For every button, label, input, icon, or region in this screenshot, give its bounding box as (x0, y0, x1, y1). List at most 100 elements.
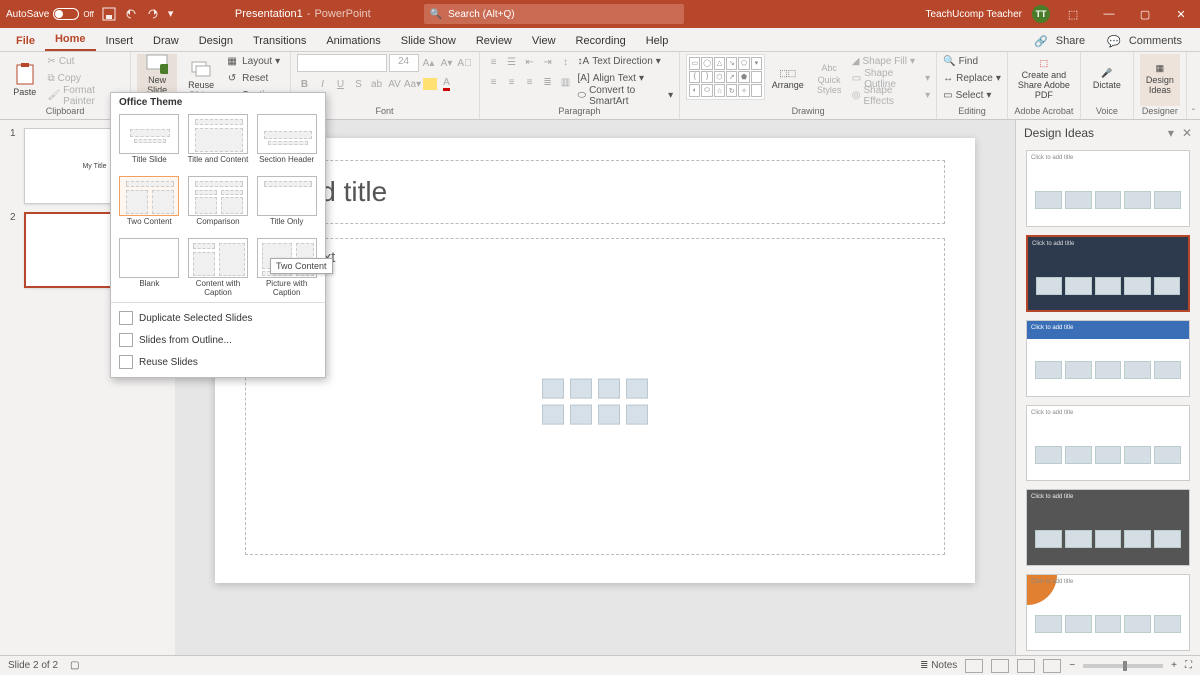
font-size-combo[interactable]: 24 (389, 54, 419, 72)
normal-view-icon[interactable] (965, 659, 983, 673)
shadow-button[interactable]: ab (369, 76, 385, 92)
layout-title-only[interactable]: Title Only (254, 176, 319, 234)
autosave-toggle[interactable]: AutoSave Off (6, 8, 94, 20)
design-idea-1[interactable]: Click to add title (1026, 150, 1190, 227)
cut-button[interactable]: ✂Cut (47, 54, 124, 69)
shrink-font-icon[interactable]: A▾ (439, 55, 455, 71)
highlight-button[interactable] (423, 78, 437, 90)
italic-button[interactable]: I (315, 76, 331, 92)
line-spacing-icon[interactable]: ↕ (558, 54, 574, 70)
redo-icon[interactable] (146, 7, 160, 21)
qat-dropdown-icon[interactable]: ▾ (168, 7, 182, 21)
collapse-ribbon-icon[interactable]: ˆ (1187, 52, 1200, 119)
align-right-icon[interactable]: ≡ (522, 74, 538, 90)
layout-title-slide[interactable]: Title Slide (117, 114, 182, 172)
tab-help[interactable]: Help (636, 31, 679, 51)
paste-button[interactable]: Paste (6, 54, 43, 106)
comments-button[interactable]: 💬 Comments (1101, 31, 1194, 51)
tab-file[interactable]: File (6, 31, 45, 51)
design-idea-3[interactable]: Click to add title (1026, 320, 1190, 397)
slides-from-outline-item[interactable]: Slides from Outline... (111, 329, 325, 351)
duplicate-slides-item[interactable]: Duplicate Selected Slides (111, 307, 325, 329)
align-center-icon[interactable]: ≡ (504, 74, 520, 90)
font-color-button[interactable]: A (439, 76, 455, 92)
replace-button[interactable]: ↔Replace ▾ (943, 71, 1001, 86)
layout-blank[interactable]: Blank (117, 238, 182, 296)
layout-button[interactable]: ▦Layout ▾ (225, 54, 283, 69)
shapes-gallery[interactable]: ▭◯△↘⬠▾ {}⬡↗⬟ ◐⬭☆↻✧ (686, 54, 765, 100)
tab-recording[interactable]: Recording (566, 31, 636, 51)
indent-dec-icon[interactable]: ⇤ (522, 54, 538, 70)
numbering-icon[interactable]: ☰ (504, 54, 520, 70)
tab-slideshow[interactable]: Slide Show (391, 31, 466, 51)
close-icon[interactable]: ✕ (1168, 4, 1194, 24)
tab-home[interactable]: Home (45, 29, 96, 51)
zoom-out-icon[interactable]: − (1069, 660, 1075, 671)
zoom-slider[interactable] (1083, 664, 1163, 668)
layout-title-and-content[interactable]: Title and Content (186, 114, 251, 172)
grow-font-icon[interactable]: A▴ (421, 55, 437, 71)
font-name-combo[interactable] (297, 54, 387, 72)
layout-section-header[interactable]: Section Header (254, 114, 319, 172)
underline-button[interactable]: U (333, 76, 349, 92)
find-button[interactable]: 🔍Find (943, 54, 1001, 69)
slide-counter[interactable]: Slide 2 of 2 (8, 660, 58, 671)
bold-button[interactable]: B (297, 76, 313, 92)
undo-icon[interactable] (124, 7, 138, 21)
layout-two-content[interactable]: Two Content (117, 176, 182, 234)
case-button[interactable]: Aa▾ (405, 76, 421, 92)
convert-smartart-button[interactable]: ⬭Convert to SmartArt ▾ (578, 88, 674, 103)
justify-icon[interactable]: ≣ (540, 74, 556, 90)
shape-effects-button[interactable]: ◎Shape Effects ▾ (852, 88, 930, 103)
columns-icon[interactable]: ▥ (558, 74, 574, 90)
content-icons[interactable] (542, 378, 648, 424)
layout-comparison[interactable]: Comparison (186, 176, 251, 234)
save-icon[interactable] (102, 7, 116, 21)
dictate-button[interactable]: 🎤Dictate (1087, 54, 1127, 106)
share-button[interactable]: 🔗 Share (1028, 31, 1097, 51)
search-box[interactable]: 🔍 Search (Alt+Q) (424, 4, 684, 24)
design-ideas-button[interactable]: ▦Design Ideas (1140, 54, 1180, 106)
accessibility-icon[interactable]: ▢ (70, 660, 79, 671)
align-left-icon[interactable]: ≡ (486, 74, 502, 90)
design-idea-4[interactable]: Click to add title (1026, 405, 1190, 482)
strike-button[interactable]: S (351, 76, 367, 92)
tab-review[interactable]: Review (466, 31, 522, 51)
indent-inc-icon[interactable]: ⇥ (540, 54, 556, 70)
arrange-button[interactable]: ⬚⬚Arrange (769, 54, 806, 106)
current-slide[interactable]: to add title o add text (215, 138, 975, 583)
tab-draw[interactable]: Draw (143, 31, 189, 51)
content-placeholder[interactable]: o add text (245, 238, 945, 555)
quick-styles-button[interactable]: AbcQuick Styles (810, 54, 847, 106)
sorter-view-icon[interactable] (991, 659, 1009, 673)
reuse-slides-item[interactable]: Reuse Slides (111, 351, 325, 373)
adobe-pdf-button[interactable]: ⬚Create and Share Adobe PDF (1014, 54, 1074, 106)
fit-window-icon[interactable]: ⛶ (1185, 660, 1192, 671)
reset-button[interactable]: ↺Reset (225, 71, 283, 86)
minimize-icon[interactable]: — (1096, 4, 1122, 24)
pane-close-icon[interactable]: ✕ (1182, 126, 1192, 140)
spacing-button[interactable]: AV (387, 76, 403, 92)
bullets-icon[interactable]: ≡ (486, 54, 502, 70)
design-idea-2[interactable]: Click to add title (1026, 235, 1190, 312)
zoom-in-icon[interactable]: + (1171, 660, 1177, 671)
pane-dropdown-icon[interactable]: ▾ (1168, 126, 1174, 140)
tab-view[interactable]: View (522, 31, 566, 51)
ribbon-options-icon[interactable]: ⬚ (1060, 4, 1086, 24)
select-button[interactable]: ▭Select ▾ (943, 88, 1001, 103)
title-placeholder[interactable]: to add title (245, 160, 945, 224)
clear-format-icon[interactable]: A⃠ (457, 55, 473, 71)
tab-animations[interactable]: Animations (316, 31, 390, 51)
maximize-icon[interactable]: ▢ (1132, 4, 1158, 24)
tab-insert[interactable]: Insert (96, 31, 144, 51)
notes-button[interactable]: ≣ Notes (920, 660, 957, 671)
user-name[interactable]: TeachUcomp Teacher (925, 9, 1022, 20)
tab-transitions[interactable]: Transitions (243, 31, 316, 51)
user-avatar[interactable]: TT (1032, 5, 1050, 23)
tab-design[interactable]: Design (189, 31, 243, 51)
slideshow-view-icon[interactable] (1043, 659, 1061, 673)
text-direction-button[interactable]: ↕AText Direction ▾ (578, 54, 674, 69)
reading-view-icon[interactable] (1017, 659, 1035, 673)
design-idea-6[interactable]: Click to add title (1026, 574, 1190, 651)
design-idea-5[interactable]: Click to add title (1026, 489, 1190, 566)
